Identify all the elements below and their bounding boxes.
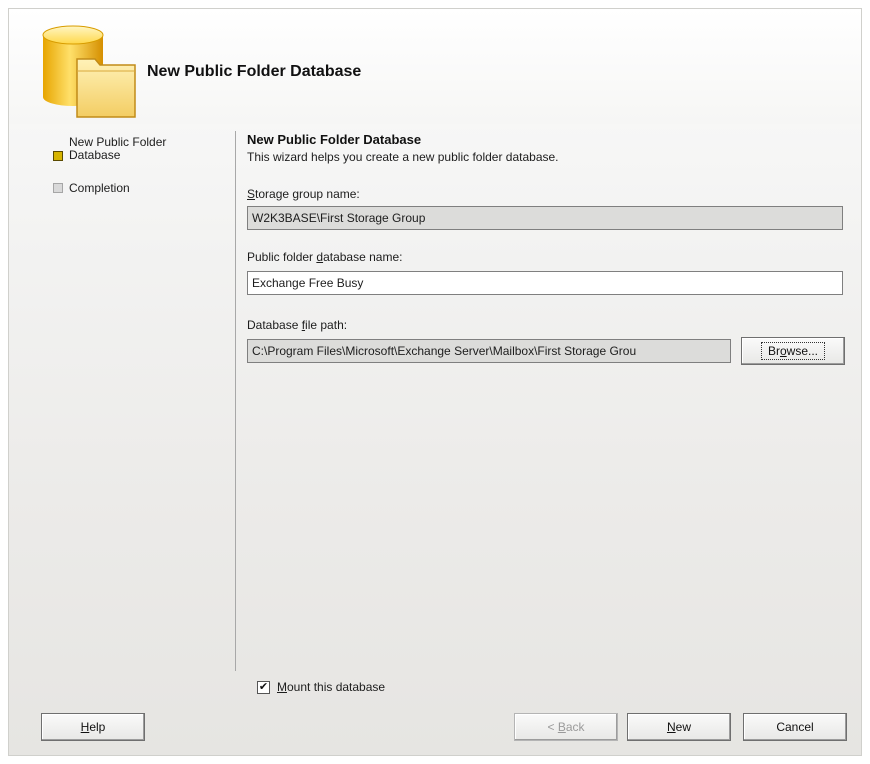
db-name-input[interactable]: Exchange Free Busy	[247, 271, 843, 295]
wizard-steps-sidebar: New Public Folder Database Completion	[9, 124, 235, 679]
step-completion: Completion	[69, 182, 130, 195]
storage-group-label: Storage group name:	[247, 187, 360, 201]
wizard-content: New Public Folder Database This wizard h…	[247, 9, 847, 757]
browse-button[interactable]: Browse...	[741, 337, 845, 365]
mount-database-checkbox[interactable]: ✔	[257, 681, 270, 694]
wizard-window: New Public Folder Database New Public Fo…	[8, 8, 862, 756]
help-button[interactable]: Help	[41, 713, 145, 741]
file-path-field[interactable]: C:\Program Files\Microsoft\Exchange Serv…	[247, 339, 731, 363]
back-button[interactable]: < Back	[514, 713, 618, 741]
step-label-line2: Database	[69, 148, 121, 162]
new-button[interactable]: New	[627, 713, 731, 741]
cancel-button[interactable]: Cancel	[743, 713, 847, 741]
active-step-indicator-icon	[53, 151, 63, 161]
file-path-label: Database file path:	[247, 318, 348, 332]
step-label-line1: Completion	[69, 181, 130, 195]
section-description: This wizard helps you create a new publi…	[247, 150, 559, 164]
browse-button-focus: Browse...	[760, 342, 826, 360]
mount-database-label: Mount this database	[277, 680, 386, 694]
storage-group-field[interactable]: W2K3BASE\First Storage Group	[247, 206, 843, 230]
sidebar-divider	[235, 131, 236, 671]
step-new-public-folder-database: New Public Folder Database	[69, 136, 166, 162]
db-name-label: Public folder database name:	[247, 250, 403, 264]
database-folder-icon	[42, 25, 136, 118]
section-title: New Public Folder Database	[247, 132, 422, 147]
inactive-step-indicator-icon	[53, 183, 63, 193]
